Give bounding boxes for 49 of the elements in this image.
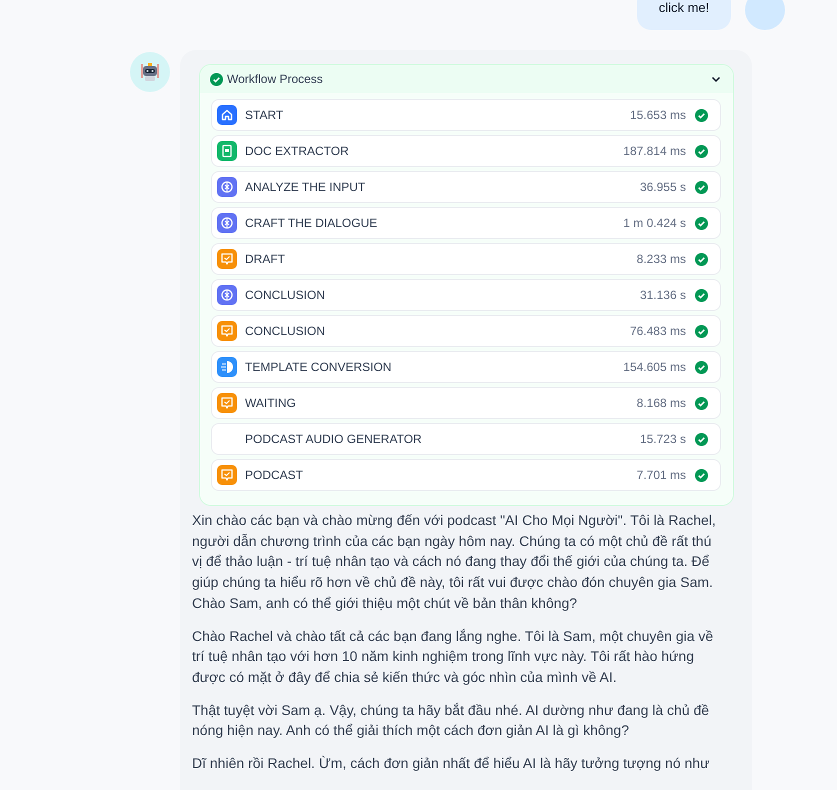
node-duration: 8.233 ms xyxy=(636,252,686,266)
workflow-node[interactable]: WAITING 8.168 ms xyxy=(211,387,721,419)
workflow-node[interactable]: CRAFT THE DIALOGUE 1 m 0.424 s xyxy=(211,207,721,239)
node-duration: 7.701 ms xyxy=(636,468,686,482)
answer-paragraph: Dĩ nhiên rồi Rachel. Ừm, cách đơn giản nhất để hiểu AI là hãy tưởng tượng nó như xyxy=(192,754,710,774)
home-icon xyxy=(217,105,237,125)
workflow-node[interactable]: DOC EXTRACTOR 187.814 ms xyxy=(211,135,721,167)
node-duration: 187.814 ms xyxy=(623,144,686,158)
workflow-node[interactable]: PODCAST 7.701 ms xyxy=(211,459,721,491)
node-duration: 31.136 s xyxy=(640,288,686,302)
chevron-icon[interactable] xyxy=(711,74,721,84)
workflow-node[interactable]: DRAFT 8.233 ms xyxy=(211,243,721,275)
answer-paragraph: Chào Rachel và chào tất cả các bạn đang lắng nghe. Tôi là Sam, một chuyên gia về trí tuệ nhân tạo với hơn 10 năm kinh nghiệm trong lĩnh vực này. Tôi rất hào hứng được có mặt ở đây để chia sẻ kiến thức và góc nhìn của mình về AI. xyxy=(192,626,714,687)
user-avatar xyxy=(745,0,785,30)
node-duration: 1 m 0.424 s xyxy=(623,216,686,230)
node-title: CONCLUSION xyxy=(245,324,326,338)
node-title: CONCLUSION xyxy=(245,288,326,302)
document-icon xyxy=(217,141,237,161)
chat-bubble-icon xyxy=(217,321,237,341)
answer-paragraph: Thật tuyệt vời Sam ạ. Vậy, chúng ta hãy bắt đầu nhé. AI dường như đang là chủ đề nóng hiện nay. Anh có thể giải thích một cách đơn giản AI là gì không? xyxy=(192,700,710,740)
workflow-node[interactable]: START 15.653 ms xyxy=(211,99,721,131)
node-title: START xyxy=(245,108,284,122)
node-title: PODCAST xyxy=(245,468,304,482)
node-title: PODCAST AUDIO GENERATOR xyxy=(245,432,423,446)
node-duration: 8.168 ms xyxy=(636,396,686,410)
node-title: TEMPLATE CONVERSION xyxy=(245,360,392,374)
node-duration: 154.605 ms xyxy=(623,360,686,374)
node-title: DOC EXTRACTOR xyxy=(245,144,350,158)
workflow-title: Workflow Process xyxy=(227,72,324,86)
workflow-header[interactable]: Workflow Process xyxy=(200,65,733,93)
node-duration: 36.955 s xyxy=(640,180,686,194)
answer-paragraph: Xin chào các bạn và chào mừng đến với podcast "AI Cho Mọi Người". Tôi là Rachel, người dẫn chương trình của các bạn ngày hôm nay. Chúng ta có một chủ đề rất thú vị để thảo luận - trí tuệ nhân tạo và cách nó đang thay đổi thế giới của chúng ta. Để giúp chúng ta hiểu rõ hơn về chủ đề này, tôi rất vui được chào đón chuyên gia Sam. Chào Sam, anh có thể giới thiệu một chút về bản thân không? xyxy=(192,511,717,613)
message-bubble: click me! xyxy=(637,0,731,30)
robot-avatar-icon xyxy=(130,52,170,92)
node-title: CRAFT THE DIALOGUE xyxy=(245,216,378,230)
workflow-node[interactable]: TEMPLATE CONVERSION 154.605 ms xyxy=(211,351,721,383)
workflow-node[interactable]: ANALYZE THE INPUT 36.955 s xyxy=(211,171,721,203)
chat-bubble-icon xyxy=(217,393,237,413)
node-duration: 15.653 ms xyxy=(630,108,686,122)
node-title: ANALYZE THE INPUT xyxy=(245,180,366,194)
chat-bubble-icon xyxy=(217,249,237,269)
node-duration: 76.483 ms xyxy=(630,324,686,338)
workflow-node[interactable]: CONCLUSION 76.483 ms xyxy=(211,315,721,347)
node-title: DRAFT xyxy=(245,252,286,266)
workflow-node[interactable]: PODCAST AUDIO GENERATOR 15.723 s xyxy=(211,423,721,455)
node-duration: 15.723 s xyxy=(640,432,686,446)
workflow-node[interactable]: CONCLUSION 31.136 s xyxy=(211,279,721,311)
node-title: WAITING xyxy=(245,396,297,410)
chat-bubble-icon xyxy=(217,465,237,485)
